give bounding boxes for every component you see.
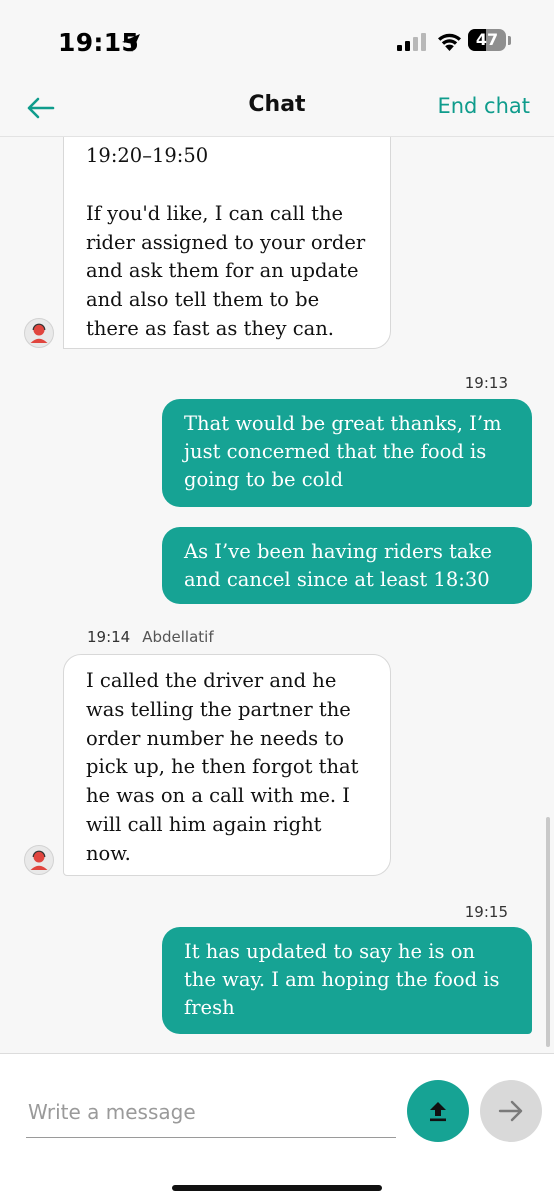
- cellular-signal-icon: [397, 33, 426, 51]
- message-line: order number he needs to: [86, 726, 344, 750]
- message-line: was telling the partner the: [86, 697, 351, 721]
- message-line: If you'd like, I can call the: [86, 201, 344, 225]
- message-bubble-outgoing: It has updated to say he is on the way. …: [162, 927, 532, 1034]
- battery-cap: [508, 36, 511, 45]
- message-bubble-outgoing: As I’ve been having riders take and canc…: [162, 527, 532, 604]
- message-list[interactable]: 19:20–19:50 If you'd like, I can call th…: [0, 137, 554, 1053]
- message-line: That would be great thanks, I’m: [184, 412, 502, 435]
- message-line: fresh: [184, 996, 235, 1019]
- message-line: It has updated to say he is on: [184, 940, 475, 963]
- message-bubble-incoming: 19:20–19:50 If you'd like, I can call th…: [63, 137, 391, 349]
- agent-avatar-icon: [24, 318, 54, 348]
- message-line: rider assigned to your order: [86, 230, 366, 254]
- message-line: he was on a call with me. I: [86, 784, 351, 808]
- message-line: the way. I am hoping the food is: [184, 968, 500, 991]
- battery-icon: 47: [468, 29, 512, 53]
- battery-level: 47: [475, 30, 499, 49]
- send-arrow-icon: [498, 1100, 523, 1122]
- message-line: and cancel since at least 18:30: [184, 568, 490, 591]
- message-line: there as fast as they can.: [86, 316, 334, 340]
- message-meta: 19:14 Abdellatif: [87, 628, 214, 646]
- message-timestamp: 19:13: [464, 374, 508, 392]
- message-line: 19:20–19:50: [86, 144, 209, 167]
- location-arrow-icon: [122, 34, 140, 52]
- message-line: I called the driver and he: [86, 669, 337, 692]
- end-chat-button[interactable]: End chat: [437, 94, 530, 118]
- home-indicator: [172, 1185, 382, 1191]
- message-line: As I’ve been having riders take: [184, 540, 492, 563]
- message-line: and ask them for an update: [86, 259, 359, 283]
- message-line: just concerned that the food is: [184, 440, 487, 463]
- upload-button[interactable]: [407, 1080, 469, 1142]
- message-bubble-outgoing: That would be great thanks, I’m just con…: [162, 399, 532, 507]
- message-bubble-incoming: I called the driver and he was telling t…: [63, 654, 391, 876]
- send-button[interactable]: [480, 1080, 542, 1142]
- agent-avatar-icon: [24, 845, 54, 875]
- message-timestamp: 19:14: [87, 628, 131, 646]
- message-input[interactable]: [26, 1086, 396, 1138]
- message-line: going to be cold: [184, 468, 344, 491]
- upload-icon: [430, 1102, 446, 1122]
- wifi-icon: [438, 33, 461, 51]
- composer: [0, 1053, 554, 1201]
- app-header: Chat End chat: [0, 80, 554, 137]
- message-timestamp: 19:15: [464, 903, 508, 921]
- message-line: and also tell them to be: [86, 288, 320, 312]
- message-line: pick up, he then forgot that: [86, 755, 359, 779]
- message-line: now.: [86, 841, 131, 865]
- scrollbar[interactable]: [546, 817, 550, 1047]
- agent-name: Abdellatif: [142, 628, 214, 646]
- message-line: will call him again right: [86, 812, 322, 836]
- status-bar: 19:15 47: [0, 0, 554, 80]
